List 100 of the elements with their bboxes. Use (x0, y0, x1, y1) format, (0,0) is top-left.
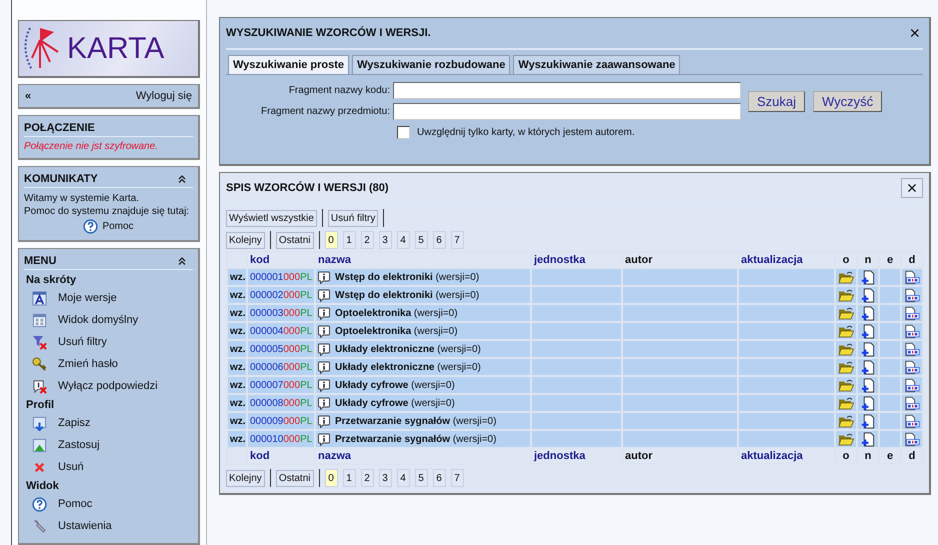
help-icon (83, 219, 98, 234)
document-icon[interactable] (904, 324, 920, 338)
column-header[interactable]: aktualizacja (738, 252, 835, 268)
tab[interactable]: Wyszukiwanie proste (228, 55, 350, 74)
page-link[interactable]: 0 (324, 231, 338, 249)
document-icon[interactable] (904, 396, 920, 410)
filter-button[interactable]: Usuń filtry (328, 210, 378, 226)
input-field[interactable] (393, 103, 741, 120)
page-link[interactable]: 1 (342, 469, 356, 487)
page-link[interactable]: 7 (450, 231, 464, 249)
folder-icon[interactable] (838, 378, 854, 392)
info-icon[interactable] (318, 270, 330, 284)
info-icon[interactable] (318, 360, 330, 374)
checkbox[interactable] (397, 126, 410, 139)
document-icon[interactable] (904, 270, 920, 284)
folder-icon[interactable] (838, 306, 854, 320)
page-link[interactable]: 4 (396, 231, 410, 249)
collapse-link[interactable]: « (25, 90, 32, 102)
column-header[interactable]: nazwa (315, 252, 531, 268)
filter-button[interactable]: Wyświetl wszystkie (226, 210, 317, 226)
folder-icon[interactable] (838, 342, 854, 356)
folder-icon[interactable] (838, 288, 854, 302)
column-header[interactable]: nazwa (315, 448, 531, 464)
menu-item[interactable]: Zmień hasło (58, 358, 118, 370)
page-link[interactable]: 2 (360, 231, 374, 249)
new-document-icon[interactable] (860, 360, 876, 374)
new-document-icon[interactable] (860, 324, 876, 338)
info-icon[interactable] (318, 414, 330, 428)
new-document-icon[interactable] (860, 288, 876, 302)
info-icon[interactable] (318, 342, 330, 356)
pager-button[interactable]: Kolejny (226, 232, 265, 248)
page-link[interactable]: 0 (324, 469, 338, 487)
new-document-icon[interactable] (860, 396, 876, 410)
menu-item[interactable]: Ustawienia (58, 520, 112, 532)
page-link[interactable]: 7 (450, 469, 464, 487)
new-document-icon[interactable] (860, 378, 876, 392)
info-icon[interactable] (318, 378, 330, 392)
document-icon[interactable] (904, 432, 920, 446)
checkbox-label: Uwzględnij tylko karty, w których jestem autorem. (417, 127, 635, 138)
tab[interactable]: Wyszukiwanie rozbudowane (352, 55, 510, 74)
page-link[interactable]: 6 (432, 469, 446, 487)
document-icon[interactable] (904, 378, 920, 392)
page-link[interactable]: 5 (414, 469, 428, 487)
table-cell: wz. (227, 286, 247, 304)
form-button[interactable]: Szukaj (748, 90, 806, 112)
pager-button[interactable]: Ostatni (276, 470, 314, 486)
item-name: Przetwarzanie sygnałów (wersji=0) (335, 416, 496, 426)
pager-button[interactable]: Kolejny (226, 470, 265, 486)
menu-item[interactable]: Zastosuj (58, 439, 100, 451)
info-icon[interactable] (318, 324, 330, 338)
folder-icon[interactable] (838, 414, 854, 428)
help-link[interactable]: Pomoc (102, 221, 134, 232)
close-button[interactable]: × (906, 25, 923, 41)
folder-icon[interactable] (838, 396, 854, 410)
input-field[interactable] (393, 82, 741, 99)
page-link[interactable]: 3 (378, 469, 392, 487)
menu-item[interactable]: Zapisz (58, 417, 90, 429)
column-header[interactable]: aktualizacja (738, 448, 835, 464)
info-icon[interactable] (318, 396, 330, 410)
pager-button[interactable]: Ostatni (276, 232, 314, 248)
document-icon[interactable] (904, 342, 920, 356)
page-link[interactable]: 6 (432, 231, 446, 249)
folder-icon[interactable] (838, 432, 854, 446)
document-icon[interactable] (904, 306, 920, 320)
new-document-icon[interactable] (860, 414, 876, 428)
info-icon[interactable] (318, 306, 330, 320)
menu-item[interactable]: Moje wersje (58, 292, 117, 304)
menu-item[interactable]: Widok domyślny (58, 314, 138, 326)
folder-icon[interactable] (838, 324, 854, 338)
page-link[interactable]: 5 (414, 231, 428, 249)
page-link[interactable]: 4 (396, 469, 410, 487)
logout-link[interactable]: Wyloguj się (136, 90, 192, 102)
page-link[interactable]: 1 (342, 231, 356, 249)
form-button[interactable]: Wyczyść (813, 90, 882, 112)
close-button[interactable]: × (901, 178, 923, 198)
document-icon[interactable] (904, 288, 920, 302)
logo-emblem-icon (23, 26, 59, 72)
new-document-icon[interactable] (860, 432, 876, 446)
menu-item[interactable]: Wyłącz podpowiedzi (58, 380, 158, 392)
folder-icon[interactable] (838, 270, 854, 284)
column-header[interactable]: kod (247, 448, 315, 464)
collapse-icon[interactable] (177, 174, 187, 184)
column-header[interactable]: jednostka (531, 448, 622, 464)
collapse-icon[interactable] (177, 256, 187, 266)
folder-icon[interactable] (838, 360, 854, 374)
document-icon[interactable] (904, 360, 920, 374)
tab[interactable]: Wyszukiwanie zaawansowane (513, 55, 680, 74)
new-document-icon[interactable] (860, 342, 876, 356)
column-header[interactable]: kod (247, 252, 315, 268)
menu-item[interactable]: Usuń (58, 461, 84, 473)
new-document-icon[interactable] (860, 270, 876, 284)
column-header[interactable]: jednostka (531, 252, 622, 268)
page-link[interactable]: 3 (378, 231, 392, 249)
page-link[interactable]: 2 (360, 469, 374, 487)
info-icon[interactable] (318, 432, 330, 446)
menu-item[interactable]: Usuń filtry (58, 336, 107, 348)
info-icon[interactable] (318, 288, 330, 302)
document-icon[interactable] (904, 414, 920, 428)
menu-item[interactable]: Pomoc (58, 498, 92, 510)
new-document-icon[interactable] (860, 306, 876, 320)
